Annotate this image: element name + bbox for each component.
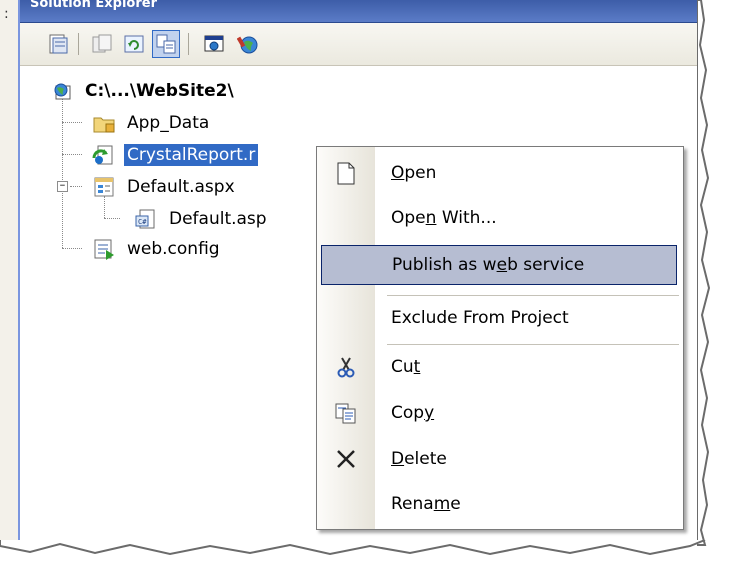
properties-button[interactable] [44,30,72,58]
menu-item-cut[interactable]: Cut [317,347,683,387]
tree-root-website[interactable]: C:\...\WebSite2\ [50,79,237,103]
web-project-icon [50,80,74,102]
menu-item-label: Cut [391,357,421,377]
tree-root-label: C:\...\WebSite2\ [85,81,234,101]
menu-item-delete[interactable]: Delete [317,439,683,479]
view-designer-button[interactable] [200,30,228,58]
panel-title: Solution Explorer [30,0,157,11]
svg-text:C#: C# [138,218,147,226]
copy-icon [317,393,375,433]
crystal-report-icon [92,144,116,166]
menu-item-exclude-from-project[interactable]: Exclude From Project [317,298,683,338]
web-form-icon [92,176,116,198]
open-file-icon [317,153,375,193]
panel-titlebar: Solution Explorer [20,0,700,23]
tree-connector [62,248,82,250]
show-all-files-icon [92,34,112,53]
folder-icon [92,112,116,134]
tree-item-crystal-report[interactable]: CrystalReport.r [92,143,260,167]
nest-related-files-button[interactable] [152,30,180,58]
tree-item-app-data[interactable]: App_Data [92,111,212,135]
tree-item-default-aspx[interactable]: Default.aspx [92,175,238,199]
config-file-icon [92,238,116,260]
torn-edge-right [697,0,733,567]
properties-icon [49,34,68,54]
asp-net-configuration-icon [237,36,258,54]
tree-connector [62,154,82,156]
solution-explorer-toolbar [20,23,700,66]
refresh-icon [124,35,144,53]
tree-connector [104,218,120,220]
ide-left-edge: : [0,0,19,545]
code-file-icon: C# [134,208,158,230]
menu-item-open[interactable]: Open [317,153,683,193]
tree-item-label: Default.asp [169,209,267,229]
tree-connector [62,96,64,248]
menu-separator [387,344,679,345]
menu-item-publish-web-service[interactable]: Publish as web service [321,245,677,285]
menu-item-label: Copy [391,403,435,423]
tree-item-label: web.config [127,239,220,259]
nest-related-files-icon [156,34,176,54]
tree-item-web-config[interactable]: web.config [92,237,223,261]
menu-item-label: Delete [391,449,447,469]
menu-item-copy[interactable]: Copy [317,393,683,433]
asp-net-configuration-button[interactable] [234,30,262,58]
tree-item-label: CrystalReport.r [122,143,260,167]
toolbar-separator [78,33,79,55]
menu-item-label: Exclude From Project [391,308,569,328]
tree-connector [104,196,106,218]
edge-glyph: : [4,6,9,22]
menu-item-label: Publish as web service [392,255,585,275]
tree-item-default-aspx-cs[interactable]: C# Default.asp [134,207,270,231]
tree-connector [62,122,82,124]
delete-x-icon [317,439,375,479]
collapse-toggle[interactable]: − [57,181,68,192]
refresh-button[interactable] [120,30,148,58]
show-all-files-button[interactable] [88,30,116,58]
menu-separator [387,295,679,296]
scissors-icon [317,347,375,387]
menu-item-label: Open [391,163,437,183]
tree-connector [70,186,82,188]
menu-item-rename[interactable]: Rename [317,484,683,524]
view-designer-icon [204,35,224,52]
menu-item-label: Rename [391,494,461,514]
menu-item-label: Open With... [391,208,497,228]
torn-edge-bottom [0,540,706,556]
context-menu: Open Open With... Publish as web service… [316,146,684,530]
tree-item-label: App_Data [127,113,210,133]
tree-item-label: Default.aspx [127,177,235,197]
menu-item-open-with[interactable]: Open With... [317,198,683,238]
toolbar-separator [188,33,189,55]
